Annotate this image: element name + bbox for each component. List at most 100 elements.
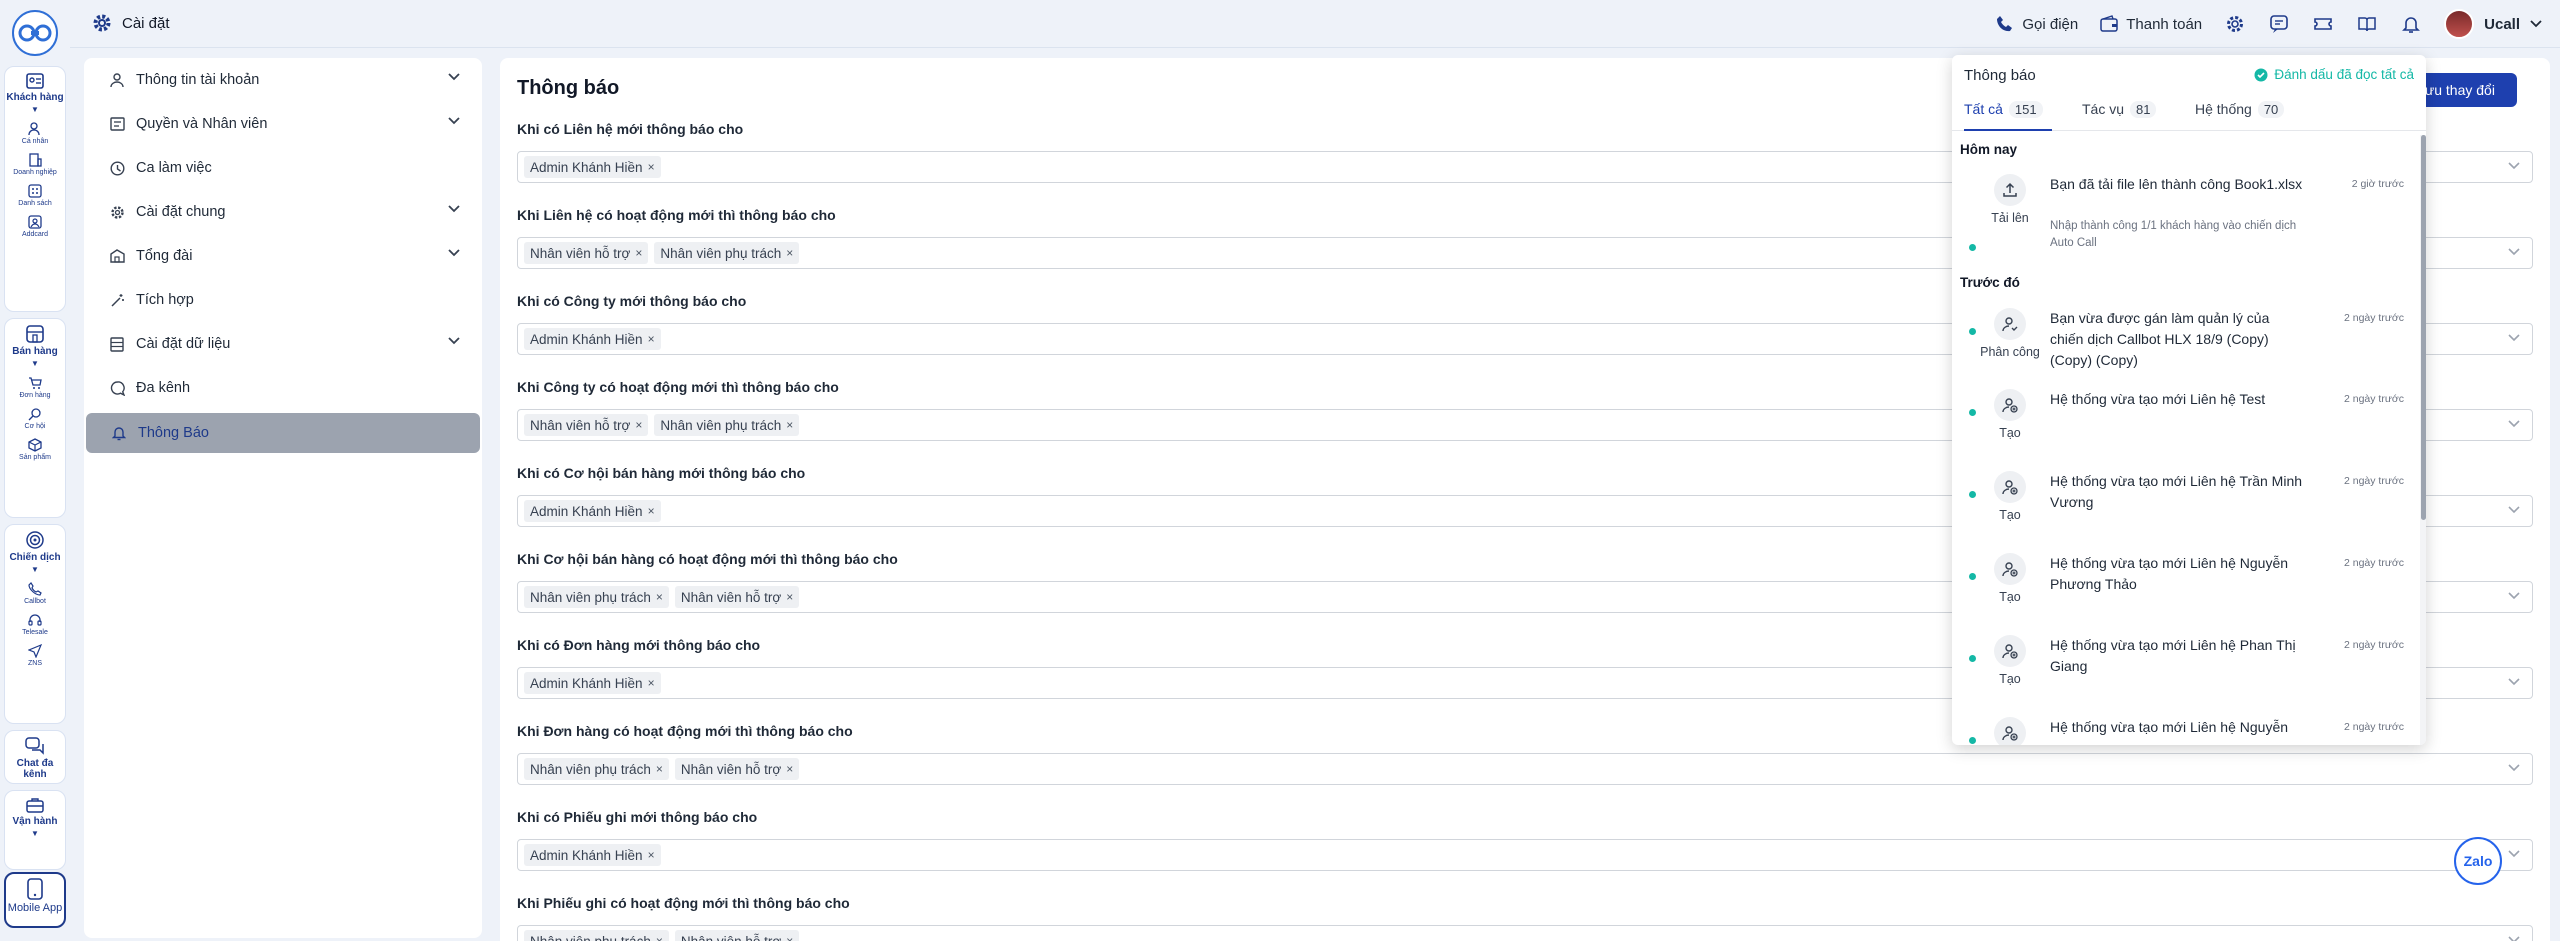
setting-label: Khi có Phiếu ghi mới thông báo cho — [517, 809, 758, 825]
settings-icon[interactable] — [2224, 13, 2246, 35]
rail-item-addcard[interactable]: Addcard — [5, 215, 65, 238]
message-icon[interactable] — [2268, 13, 2290, 35]
recipient-select[interactable]: Admin Khánh Hiền × — [517, 839, 2533, 871]
sidebar-item-general[interactable]: Cài đặt chung — [84, 192, 482, 232]
rail-item-opportunity[interactable]: Cơ hội — [5, 407, 65, 430]
user-add-icon — [1994, 553, 2026, 585]
target-icon — [26, 531, 44, 549]
notification-time: 2 ngày trước — [2343, 639, 2404, 651]
remove-tag-icon[interactable]: × — [786, 246, 793, 260]
notifications-title: Thông báo — [1964, 67, 2036, 84]
payment-button[interactable]: Thanh toán — [2100, 15, 2202, 33]
remove-tag-icon[interactable]: × — [635, 418, 642, 432]
remove-tag-icon[interactable]: × — [648, 848, 655, 862]
tab-all[interactable]: Tất cả 151 — [1964, 101, 2052, 131]
recipient-tag: Nhân viên hỗ trợ × — [674, 930, 800, 941]
notification-icon-wrap: Tạo — [1980, 389, 2040, 440]
rail-mobile-app[interactable]: Mobile App — [4, 872, 66, 928]
rail-group-campaigns-head[interactable]: Chiến dịch ▼ — [5, 525, 65, 574]
rail-group-chat[interactable]: Chat đa kênh — [4, 730, 66, 784]
remove-tag-icon[interactable]: × — [648, 504, 655, 518]
rail-group-title: Vận hành — [12, 816, 58, 827]
remove-tag-icon[interactable]: × — [648, 332, 655, 346]
bell-icon[interactable] — [2400, 13, 2422, 35]
chevron-down-icon[interactable] — [2508, 334, 2520, 342]
chevron-down-icon[interactable] — [2508, 592, 2520, 600]
recipient-tag-label: Nhân viên hỗ trợ — [530, 417, 631, 433]
tab-system[interactable]: Hệ thống 70 — [2195, 101, 2285, 131]
rail-group-sales-head[interactable]: Bán hàng ▼ — [5, 319, 65, 368]
app-logo[interactable] — [12, 10, 58, 56]
rail-item-list[interactable]: Danh sách — [5, 184, 65, 207]
chevron-down-icon[interactable] — [2508, 506, 2520, 514]
recipient-select[interactable]: Nhân viên phụ trách × Nhân viên hỗ trợ × — [517, 925, 2533, 941]
recipient-tag: Nhân viên hỗ trợ × — [674, 758, 800, 780]
remove-tag-icon[interactable]: × — [635, 246, 642, 260]
notification-time: 2 ngày trước — [2343, 312, 2404, 324]
rail-group-customers-head[interactable]: Khách hàng ▼ — [5, 67, 65, 114]
sidebar-item-label: Ca làm việc — [136, 160, 212, 176]
tab-count: 70 — [2257, 101, 2285, 118]
remove-tag-icon[interactable]: × — [786, 934, 793, 941]
chevron-down-icon[interactable] — [2508, 420, 2520, 428]
mobile-phone-icon — [27, 878, 43, 900]
chevron-down-icon[interactable] — [2508, 678, 2520, 686]
remove-tag-icon[interactable]: × — [648, 160, 655, 174]
sidebar-item-label: Tích hợp — [136, 292, 194, 308]
sidebar-item-data-settings[interactable]: Cài đặt dữ liệu — [84, 324, 482, 364]
user-menu[interactable]: Ucall — [2444, 9, 2542, 39]
zalo-chat-button[interactable]: Zalo — [2454, 837, 2502, 885]
remove-tag-icon[interactable]: × — [656, 590, 663, 604]
sidebar-item-integrations[interactable]: Tích hợp — [84, 280, 482, 320]
rail-group-title: Mobile App — [7, 902, 63, 914]
settings-sidebar: Thông tin tài khoản Quyền và Nhân viên C… — [84, 58, 482, 938]
chevron-down-icon[interactable] — [2508, 850, 2520, 858]
avatar — [2444, 9, 2475, 39]
recipient-tag: Admin Khánh Hiền × — [524, 844, 661, 866]
sidebar-item-shifts[interactable]: Ca làm việc — [84, 148, 482, 188]
recipient-select[interactable]: Nhân viên phụ trách × Nhân viên hỗ trợ × — [517, 753, 2533, 785]
caret-down-icon: ▼ — [31, 105, 39, 114]
tab-tasks[interactable]: Tác vụ 81 — [2082, 101, 2157, 131]
remove-tag-icon[interactable]: × — [648, 676, 655, 690]
recipient-tag: Admin Khánh Hiền × — [524, 672, 661, 694]
chevron-down-icon[interactable] — [2508, 248, 2520, 256]
sidebar-item-label: Thông tin tài khoản — [136, 72, 260, 88]
call-button[interactable]: Gọi điện — [1996, 15, 2078, 33]
rail-item-personal[interactable]: Cá nhân — [5, 122, 65, 145]
chevron-down-icon[interactable] — [2508, 936, 2520, 941]
remove-tag-icon[interactable]: × — [786, 762, 793, 776]
rail-item-label: Sản phẩm — [19, 454, 51, 461]
rail-item-callbot[interactable]: Callbot — [5, 582, 65, 605]
phone-icon — [28, 582, 42, 596]
notification-text: Hệ thống vừa tạo mới Liên hệ Nguyễn — [2050, 719, 2289, 735]
remove-tag-icon[interactable]: × — [786, 418, 793, 432]
book-icon[interactable] — [2356, 13, 2378, 35]
sidebar-item-account[interactable]: Thông tin tài khoản — [84, 60, 482, 100]
sidebar-item-notifications[interactable]: Thông Báo — [86, 413, 480, 453]
recipient-tag-label: Admin Khánh Hiền — [530, 675, 643, 691]
sidebar-item-switchboard[interactable]: Tổng đài — [84, 236, 482, 276]
mark-all-read-button[interactable]: Đánh dấu đã đọc tất cả — [2254, 67, 2414, 82]
chat-bubbles-icon — [25, 737, 44, 755]
rail-item-zns[interactable]: ZNS — [5, 644, 65, 667]
chevron-down-icon[interactable] — [2508, 162, 2520, 170]
remove-tag-icon[interactable]: × — [786, 590, 793, 604]
rail-item-label: ZNS — [28, 660, 42, 667]
sidebar-item-permissions[interactable]: Quyền và Nhân viên — [84, 104, 482, 144]
ticket-icon[interactable] — [2312, 13, 2334, 35]
id-card-icon — [108, 115, 126, 133]
rail-item-products[interactable]: Sản phẩm — [5, 438, 65, 461]
remove-tag-icon[interactable]: × — [656, 934, 663, 941]
rail-item-business[interactable]: Doanh nghiệp — [5, 153, 65, 176]
rail-group-operations-head[interactable]: Vận hành ▼ — [5, 791, 65, 838]
rail-item-telesale[interactable]: Telesale — [5, 613, 65, 636]
rail-item-orders[interactable]: Đơn hàng — [5, 376, 65, 399]
left-rail: Khách hàng ▼ Cá nhân Doanh nghiệp Danh s… — [0, 0, 70, 941]
notifications-scroll-thumb[interactable] — [2421, 135, 2426, 520]
remove-tag-icon[interactable]: × — [656, 762, 663, 776]
sidebar-item-multichannel[interactable]: Đa kênh — [84, 368, 482, 408]
chevron-down-icon[interactable] — [2508, 764, 2520, 772]
wand-icon — [108, 291, 126, 309]
recipient-tag: Nhân viên phụ trách × — [654, 242, 800, 264]
